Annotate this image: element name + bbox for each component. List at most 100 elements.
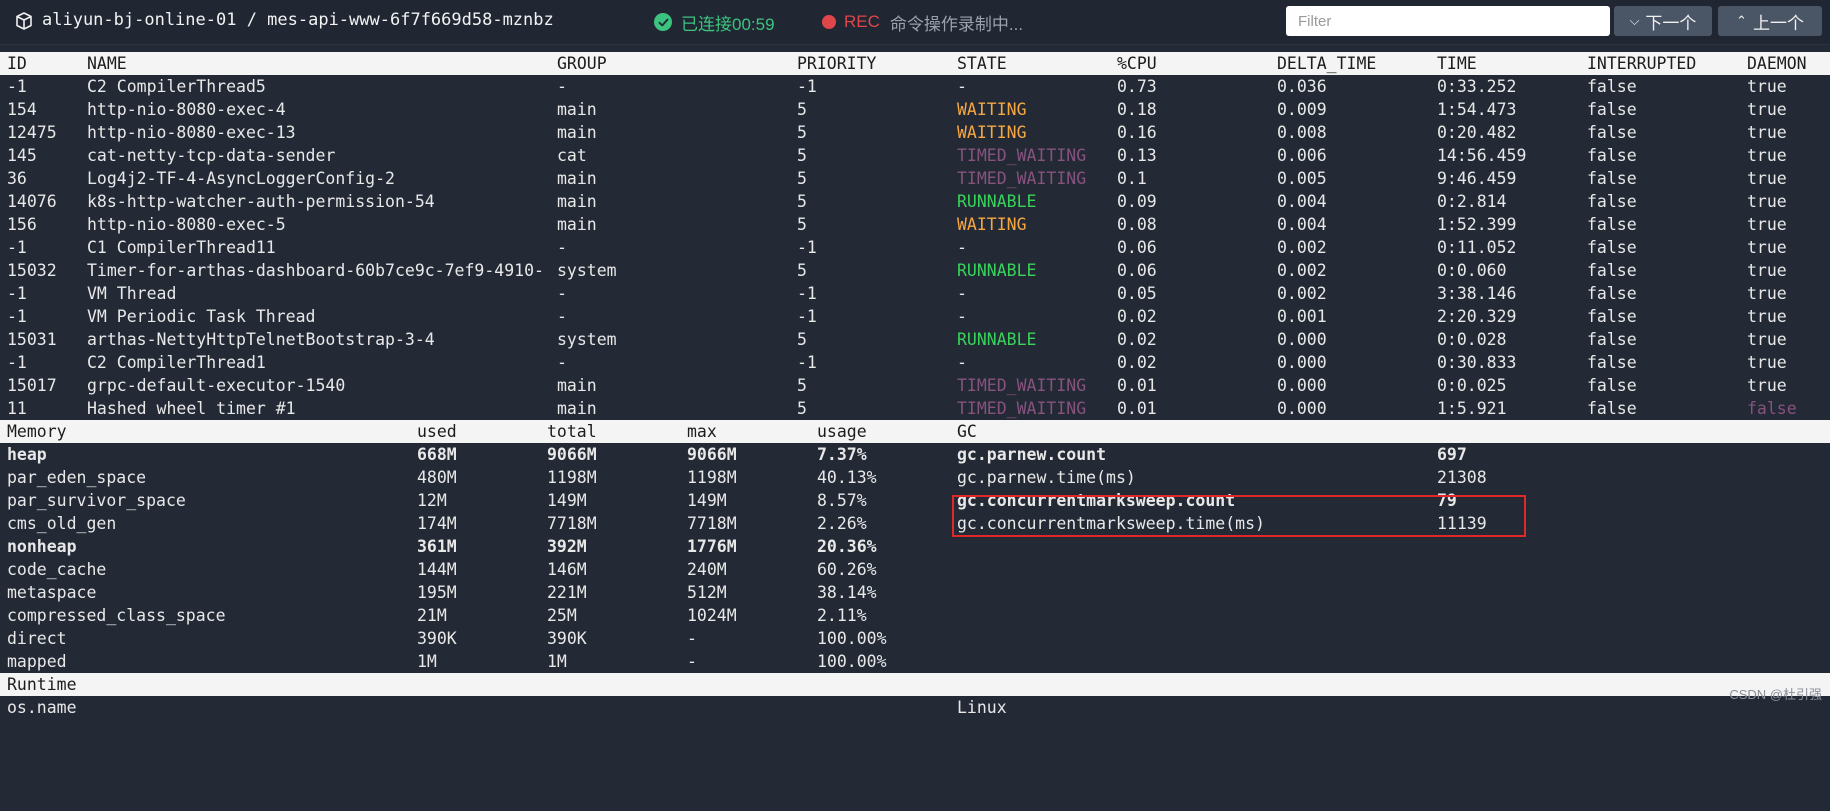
thread-daemon: true: [1747, 77, 1787, 96]
thread-state: -: [957, 238, 967, 257]
thread-priority: 5: [797, 146, 807, 165]
thread-name: Hashed wheel timer #1: [87, 399, 296, 418]
thread-name: VM Periodic Task Thread: [87, 307, 316, 326]
memory-row: compressed_class_space 21M 25M 1024M 2.1…: [0, 604, 1830, 627]
col-header-cpu: %CPU: [1117, 54, 1157, 73]
thread-state: WAITING: [957, 100, 1027, 119]
thread-delta-time: 0.002: [1277, 261, 1327, 280]
thread-daemon: true: [1747, 284, 1787, 303]
col-header-name: NAME: [87, 54, 127, 73]
memory-usage: 20.36%: [817, 537, 877, 556]
thread-state: TIMED_WAITING: [957, 376, 1087, 395]
thread-row: -1 C2 CompilerThread1 - -1 - 0.02 0.000 …: [0, 351, 1830, 374]
thread-daemon: true: [1747, 215, 1787, 234]
thread-id: 12475: [7, 123, 57, 142]
filter-input[interactable]: [1286, 6, 1610, 36]
thread-cpu: 0.16: [1117, 123, 1157, 142]
thread-row: 36 Log4j2-TF-4-AsyncLoggerConfig-2 main …: [0, 167, 1830, 190]
thread-cpu: 0.18: [1117, 100, 1157, 119]
thread-group: main: [557, 376, 597, 395]
thread-group: main: [557, 123, 597, 142]
memory-total: 9066M: [547, 445, 597, 464]
memory-name: par_survivor_space: [7, 491, 186, 510]
col-header-group: GROUP: [557, 54, 607, 73]
thread-group: main: [557, 215, 597, 234]
thread-id: 15032: [7, 261, 57, 280]
memory-max: 240M: [687, 560, 727, 579]
memory-total: 25M: [547, 606, 577, 625]
thread-interrupted: false: [1587, 376, 1637, 395]
memory-usage: 38.14%: [817, 583, 877, 602]
thread-delta-time: 0.000: [1277, 399, 1327, 418]
previous-match-label: 上一个: [1752, 13, 1804, 33]
thread-row: 15031 arthas-NettyHttpTelnetBootstrap-3-…: [0, 328, 1830, 351]
col-header-time: TIME: [1437, 54, 1477, 73]
thread-interrupted: false: [1587, 399, 1637, 418]
memory-used: 480M: [417, 468, 457, 487]
thread-time: 3:38.146: [1437, 284, 1517, 303]
thread-row: -1 VM Thread - -1 - 0.05 0.002 3:38.146 …: [0, 282, 1830, 305]
gc-metric-value: 79: [1437, 491, 1457, 510]
thread-state: TIMED_WAITING: [957, 399, 1087, 418]
memory-used: 12M: [417, 491, 447, 510]
col-header-state: STATE: [957, 54, 1007, 73]
thread-name: k8s-http-watcher-auth-permission-54: [87, 192, 435, 211]
thread-daemon: true: [1747, 146, 1787, 165]
thread-state: -: [957, 307, 967, 326]
memory-table-body: heap 668M 9066M 9066M 7.37% gc.parnew.co…: [0, 443, 1830, 673]
thread-cpu: 0.01: [1117, 376, 1157, 395]
thread-row: 15017 grpc-default-executor-1540 main 5 …: [0, 374, 1830, 397]
thread-interrupted: false: [1587, 100, 1637, 119]
memory-used: 1M: [417, 652, 437, 671]
memory-used: 390K: [417, 629, 457, 648]
thread-time: 1:52.399: [1437, 215, 1517, 234]
previous-match-button[interactable]: ⌃ 上一个: [1718, 6, 1822, 36]
thread-cpu: 0.08: [1117, 215, 1157, 234]
memory-max: 1776M: [687, 537, 737, 556]
thread-priority: 5: [797, 192, 807, 211]
memory-used: 668M: [417, 445, 457, 464]
gc-metric-name: gc.parnew.time(ms): [957, 468, 1136, 487]
thread-interrupted: false: [1587, 284, 1637, 303]
thread-id: 15031: [7, 330, 57, 349]
runtime-key: os.name: [7, 698, 77, 717]
memory-max: 149M: [687, 491, 727, 510]
thread-name: VM Thread: [87, 284, 177, 303]
thread-state: RUNNABLE: [957, 330, 1037, 349]
memory-col-max: max: [687, 422, 717, 441]
thread-interrupted: false: [1587, 215, 1637, 234]
thread-id: 11: [7, 399, 27, 418]
thread-group: -: [557, 77, 567, 96]
thread-daemon: true: [1747, 100, 1787, 119]
thread-row: 11 Hashed wheel timer #1 main 5 TIMED_WA…: [0, 397, 1830, 420]
thread-state: RUNNABLE: [957, 261, 1037, 280]
thread-group: system: [557, 261, 617, 280]
memory-usage: 8.57%: [817, 491, 867, 510]
thread-priority: 5: [797, 169, 807, 188]
thread-name: http-nio-8080-exec-13: [87, 123, 296, 142]
thread-cpu: 0.13: [1117, 146, 1157, 165]
thread-state: -: [957, 77, 967, 96]
thread-delta-time: 0.009: [1277, 100, 1327, 119]
thread-priority: 5: [797, 376, 807, 395]
memory-row: direct 390K 390K - 100.00%: [0, 627, 1830, 650]
thread-name: C2 CompilerThread1: [87, 353, 266, 372]
thread-time: 0:0.028: [1437, 330, 1507, 349]
thread-group: -: [557, 353, 567, 372]
thread-daemon: true: [1747, 261, 1787, 280]
thread-delta-time: 0.001: [1277, 307, 1327, 326]
thread-priority: -1: [797, 77, 817, 96]
memory-name: mapped: [7, 652, 67, 671]
thread-priority: 5: [797, 215, 807, 234]
memory-used: 21M: [417, 606, 447, 625]
gc-header: GC: [957, 422, 977, 441]
runtime-value: Linux: [957, 698, 1007, 717]
memory-max: -: [687, 629, 697, 648]
thread-name: C2 CompilerThread5: [87, 77, 266, 96]
memory-row: par_eden_space 480M 1198M 1198M 40.13% g…: [0, 466, 1830, 489]
thread-row: 15032 Timer-for-arthas-dashboard-60b7ce9…: [0, 259, 1830, 282]
terminal-output[interactable]: ID NAME GROUP PRIORITY STATE %CPU DELTA_…: [0, 52, 1830, 719]
next-match-button[interactable]: ⌵ 下一个: [1614, 6, 1712, 36]
memory-name: direct: [7, 629, 67, 648]
thread-cpu: 0.02: [1117, 330, 1157, 349]
